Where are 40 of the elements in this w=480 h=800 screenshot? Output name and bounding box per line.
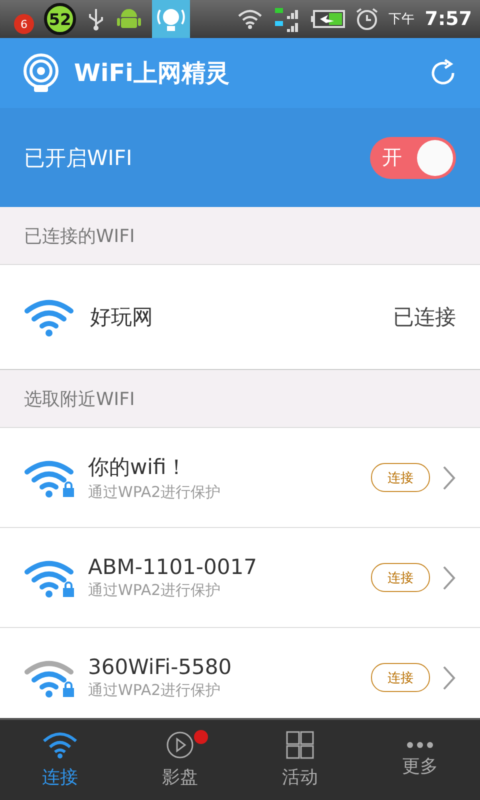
connection-status: 已连接 — [393, 304, 456, 331]
alarm-clock-icon — [354, 7, 379, 31]
cell-signal-icon — [272, 6, 301, 32]
wifi-logo-icon — [22, 53, 60, 93]
nav-tab[interactable]: 连接 — [0, 720, 120, 800]
play-icon — [166, 731, 194, 759]
network-row[interactable]: ABM-1101-0017 通过WPA2进行保护 连接 — [0, 528, 480, 628]
gauge-icon: 52 — [44, 3, 76, 35]
more-icon — [406, 742, 434, 748]
clock-time: 7:57 — [424, 8, 472, 30]
network-name: 360WiFi-5580 — [88, 655, 233, 679]
network-name: 好玩网 — [90, 304, 154, 331]
grid-icon — [286, 731, 314, 759]
wifi-switch-label: 已开启WIFI — [24, 144, 132, 172]
connect-button[interactable]: 连接 — [371, 563, 430, 592]
nav-tab[interactable]: 更多 — [360, 720, 480, 800]
security-label: 通过WPA2进行保护 — [88, 581, 222, 600]
network-name: 你的wifi！ — [88, 454, 188, 481]
network-name: ABM-1101-0017 — [88, 555, 258, 579]
nav-tab[interactable]: 活动 — [240, 720, 360, 800]
app-title: WiFi上网精灵 — [74, 58, 230, 89]
connect-button[interactable]: 连接 — [371, 463, 430, 492]
chevron-right-icon[interactable] — [442, 564, 456, 590]
battery-icon — [310, 9, 345, 29]
usb-icon — [86, 7, 106, 31]
section-title: 已连接的WIFI — [24, 224, 135, 248]
section-title: 选取附近WIFI — [24, 388, 135, 410]
nav-tab[interactable]: 影盘 — [120, 720, 240, 800]
chevron-right-icon[interactable] — [442, 464, 456, 490]
chevron-right-icon[interactable] — [442, 664, 456, 690]
security-label: 通过WPA2进行保护 — [88, 483, 222, 502]
app-notification-icon — [152, 0, 190, 38]
clock-period: 下午 — [388, 11, 415, 28]
network-row[interactable]: 你的wifi！ 通过WPA2进行保护 连接 — [0, 428, 480, 528]
wifi-icon — [42, 731, 78, 759]
connect-button[interactable]: 连接 — [371, 663, 430, 692]
notification-badge: 6 — [14, 14, 34, 34]
security-label: 通过WPA2进行保护 — [88, 681, 222, 700]
wifi-toggle[interactable]: 开 — [370, 136, 456, 178]
wifi-signal-icon — [236, 8, 263, 30]
